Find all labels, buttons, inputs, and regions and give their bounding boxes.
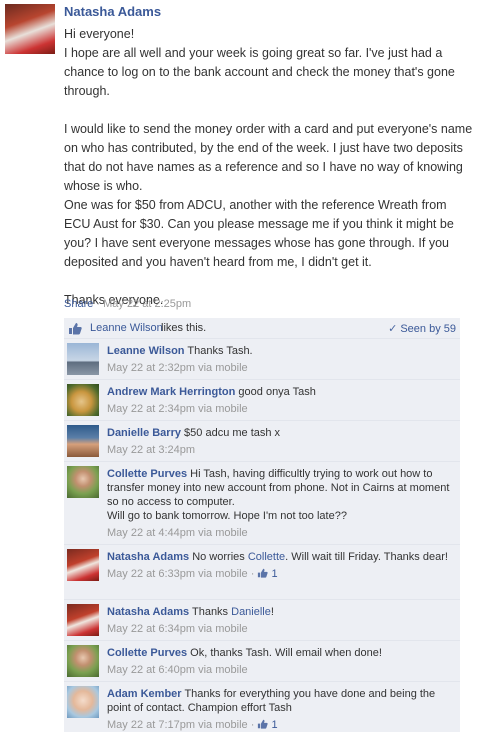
commenter-avatar[interactable] xyxy=(67,549,99,581)
comment-author[interactable]: Natasha Adams xyxy=(107,551,189,563)
comment-timestamp: May 22 at 6:33pm via mobile xyxy=(107,568,248,580)
comment-content: Danielle Barry $50 adcu me tash x May 22… xyxy=(107,426,457,457)
thumbs-up-icon xyxy=(69,323,82,335)
comment-author[interactable]: Danielle Barry xyxy=(107,427,181,439)
comment-text-line-2: Will go to bank tomorrow. Hope I'm not t… xyxy=(107,510,347,522)
comment-item: Natasha Adams No worries Collette. Will … xyxy=(64,545,460,600)
seen-by-count: Seen by 59 xyxy=(400,323,456,335)
comment-item: Collette Purves Hi Tash, having difficul… xyxy=(64,462,460,545)
commenter-avatar[interactable] xyxy=(67,686,99,718)
comment-timestamp: May 22 at 4:44pm via mobile xyxy=(107,527,248,539)
comment-timestamp: May 22 at 7:17pm via mobile xyxy=(107,719,248,731)
post-meta: Share · May 22 at 2:25pm xyxy=(64,298,191,310)
comment-author[interactable]: Collette Purves xyxy=(107,468,187,480)
comment-content: Natasha Adams No worries Collette. Will … xyxy=(107,550,457,581)
comment-content: Collette Purves Hi Tash, having difficul… xyxy=(107,467,457,540)
likes-bar: Leanne Wilson likes this. ✓ Seen by 59 xyxy=(64,318,460,339)
comment-item: Leanne Wilson Thanks Tash. May 22 at 2:3… xyxy=(64,339,460,380)
comment-item: Andrew Mark Herrington good onya Tash Ma… xyxy=(64,380,460,421)
comment-text-after: . Will wait till Friday. Thanks dear! xyxy=(285,551,448,563)
comment-author[interactable]: Leanne Wilson xyxy=(107,345,185,357)
comment-mention[interactable]: Collette xyxy=(248,551,285,563)
comment-content: Natasha Adams Thanks Danielle! May 22 at… xyxy=(107,605,457,636)
comment-author[interactable]: Adam Kember xyxy=(107,688,182,700)
comment-item: Adam Kember Thanks for everything you ha… xyxy=(64,682,460,732)
comment-item: Collette Purves Ok, thanks Tash. Will em… xyxy=(64,641,460,682)
comment-text: Thanks xyxy=(191,606,229,618)
comment-timestamp: May 22 at 3:24pm xyxy=(107,444,196,456)
comment-timestamp: May 22 at 2:32pm via mobile xyxy=(107,362,248,374)
comment-item: Natasha Adams Thanks Danielle! May 22 at… xyxy=(64,600,460,641)
post-author-name[interactable]: Natasha Adams xyxy=(64,4,161,19)
comment-text: Ok, thanks Tash. Will email when done! xyxy=(190,647,382,659)
comment-timestamp: May 22 at 2:34pm via mobile xyxy=(107,403,248,415)
comment-text: $50 adcu me tash x xyxy=(184,427,281,439)
commenter-avatar[interactable] xyxy=(67,645,99,677)
comment-meta: May 22 at 6:33pm via mobile · 1 xyxy=(107,568,278,580)
author-avatar[interactable] xyxy=(5,4,55,54)
comment-author[interactable]: Collette Purves xyxy=(107,647,187,659)
comment-likes[interactable]: 1 xyxy=(257,568,278,580)
thumbs-up-icon xyxy=(258,568,269,578)
commenter-avatar[interactable] xyxy=(67,466,99,498)
comment-text: No worries xyxy=(192,551,245,563)
comment-meta: May 22 at 7:17pm via mobile · 1 xyxy=(107,719,278,731)
comment-likes-count: 1 xyxy=(271,568,278,580)
feedback-section: Leanne Wilson likes this. ✓ Seen by 59 Le… xyxy=(64,318,460,732)
comment-content: Collette Purves Ok, thanks Tash. Will em… xyxy=(107,646,457,677)
comment-content: Andrew Mark Herrington good onya Tash Ma… xyxy=(107,385,457,416)
commenter-avatar[interactable] xyxy=(67,604,99,636)
comment-content: Leanne Wilson Thanks Tash. May 22 at 2:3… xyxy=(107,344,457,375)
comment-text: Thanks Tash. xyxy=(187,345,253,357)
comment-likes-count: 1 xyxy=(271,719,278,731)
seen-by-link[interactable]: ✓ Seen by 59 xyxy=(388,322,456,335)
post-body-text: Hi everyone! I hope are all well and you… xyxy=(64,27,473,307)
comment-author[interactable]: Natasha Adams xyxy=(107,606,189,618)
share-link[interactable]: Share xyxy=(64,298,93,310)
checkmark-icon: ✓ xyxy=(388,323,398,335)
comment-text: good onya Tash xyxy=(238,386,316,398)
thumbs-up-icon xyxy=(258,719,269,729)
likes-text: likes this. xyxy=(161,322,207,334)
commenter-avatar[interactable] xyxy=(67,384,99,416)
comment-likes[interactable]: 1 xyxy=(257,719,278,731)
comment-author[interactable]: Andrew Mark Herrington xyxy=(107,386,235,398)
comment-content: Adam Kember Thanks for everything you ha… xyxy=(107,687,457,732)
comment-mention[interactable]: Danielle xyxy=(231,606,271,618)
post-timestamp[interactable]: May 22 at 2:25pm xyxy=(103,298,191,310)
comment-timestamp: May 22 at 6:40pm via mobile xyxy=(107,664,248,676)
comment-text-after: ! xyxy=(270,606,274,618)
comment-item: Danielle Barry $50 adcu me tash x May 22… xyxy=(64,421,460,462)
commenter-avatar[interactable] xyxy=(67,425,99,457)
liker-name[interactable]: Leanne Wilson xyxy=(90,322,163,334)
commenter-avatar[interactable] xyxy=(67,343,99,375)
comment-timestamp: May 22 at 6:34pm via mobile xyxy=(107,623,248,635)
meta-separator: · xyxy=(93,298,104,310)
